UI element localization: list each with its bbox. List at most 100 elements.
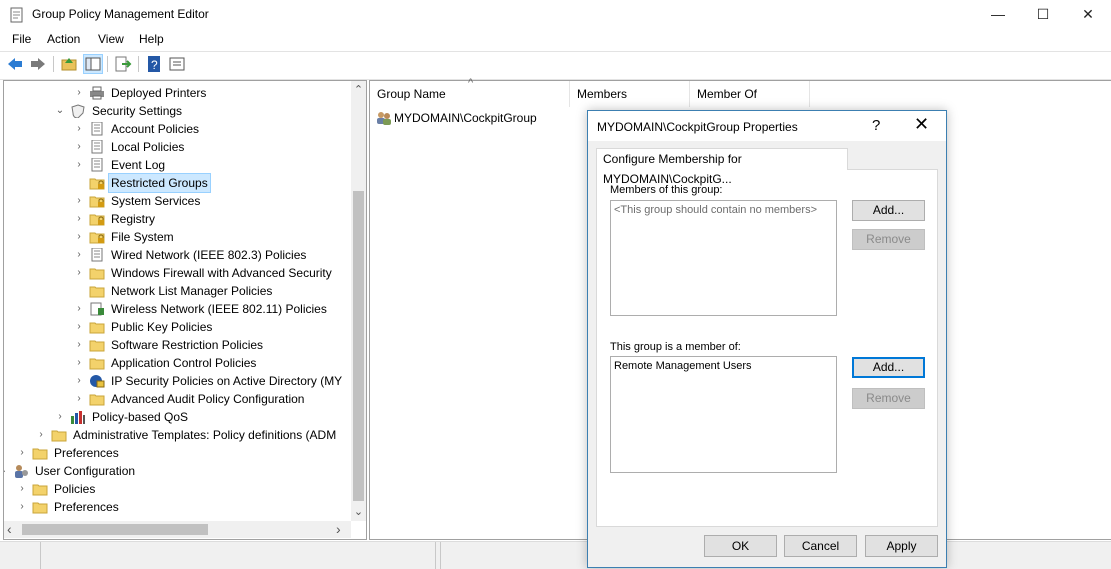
up-folder-icon[interactable] <box>60 55 78 73</box>
chevron-right-icon[interactable]: › <box>74 300 84 318</box>
folder-icon <box>51 428 67 442</box>
tree-item-label: Advanced Audit Policy Configuration <box>111 392 305 406</box>
folder-icon <box>32 500 48 514</box>
scroll-left-icon[interactable]: ‹ <box>7 521 19 538</box>
chevron-right-icon[interactable]: › <box>74 210 84 228</box>
menu-help[interactable]: Help <box>139 32 164 46</box>
properties-icon[interactable] <box>168 55 186 73</box>
member-of-list[interactable]: Remote Management Users <box>610 356 837 473</box>
minimize-button[interactable]: — <box>975 0 1021 30</box>
ok-button[interactable]: OK <box>704 535 777 557</box>
folder-icon <box>89 338 105 352</box>
app-icon <box>10 7 24 23</box>
tree-item-label: Security Settings <box>92 104 183 118</box>
chevron-right-icon[interactable]: › <box>74 246 84 264</box>
chevron-right-icon[interactable]: › <box>17 444 27 462</box>
console-tree-icon[interactable] <box>83 54 103 74</box>
scroll-right-icon[interactable]: › <box>336 521 348 538</box>
dialog-close-button[interactable]: ✕ <box>914 114 929 135</box>
list-item[interactable]: Remote Management Users <box>614 360 752 372</box>
chevron-right-icon[interactable]: › <box>74 192 84 210</box>
members-empty-placeholder: <This group should contain no members> <box>614 204 818 216</box>
chevron-right-icon[interactable]: › <box>17 498 27 516</box>
scroll-down-icon[interactable]: ⌄ <box>353 505 364 519</box>
menu-view[interactable]: View <box>98 32 124 46</box>
column-members[interactable]: Members <box>570 81 690 107</box>
chevron-right-icon[interactable]: › <box>74 264 84 282</box>
chevron-right-icon[interactable]: › <box>74 138 84 156</box>
tree-vertical-thumb[interactable] <box>353 191 364 501</box>
chevron-down-icon[interactable]: ⌄ <box>4 462 8 480</box>
column-member-of[interactable]: Member Of <box>690 81 810 107</box>
folder-icon <box>32 446 48 460</box>
table-row[interactable]: MYDOMAIN\CockpitGroup <box>375 109 537 127</box>
tree-horizontal-thumb[interactable] <box>22 524 208 535</box>
dialog-help-button[interactable]: ? <box>872 117 880 134</box>
tree-item-label: Administrative Templates: Policy definit… <box>73 428 337 442</box>
chevron-right-icon[interactable]: › <box>74 372 84 390</box>
apply-button[interactable]: Apply <box>865 535 938 557</box>
group-name-cell: MYDOMAIN\CockpitGroup <box>394 111 537 125</box>
tree-item-label: System Services <box>111 194 201 208</box>
scroll-up-icon[interactable]: ⌃ <box>353 83 364 97</box>
chevron-right-icon[interactable]: › <box>74 390 84 408</box>
members-list[interactable]: <This group should contain no members> <box>610 200 837 316</box>
tree-item-label-selected: Restricted Groups <box>108 173 211 193</box>
dialog-title: MYDOMAIN\CockpitGroup Properties <box>597 120 798 134</box>
chevron-right-icon[interactable]: › <box>74 354 84 372</box>
tab-configure-membership[interactable]: Configure Membership for MYDOMAIN\Cockpi… <box>596 148 848 186</box>
tree-item-label: Deployed Printers <box>111 86 207 100</box>
wireless-icon <box>89 302 105 316</box>
chevron-right-icon[interactable]: › <box>74 156 84 174</box>
column-label: Members <box>577 87 628 101</box>
folder-icon <box>89 392 105 406</box>
status-divider <box>40 542 41 569</box>
member-of-add-button[interactable]: Add... <box>852 357 925 378</box>
status-divider <box>440 542 441 569</box>
chevron-right-icon[interactable]: › <box>74 120 84 138</box>
back-arrow-icon[interactable] <box>6 55 24 73</box>
sort-ascending-icon: ^ <box>468 77 474 89</box>
locked-folder-icon <box>89 194 105 208</box>
menu-action[interactable]: Action <box>47 32 80 46</box>
member-of-remove-button[interactable]: Remove <box>852 388 925 409</box>
toolbar <box>0 51 1111 80</box>
policy-doc-icon <box>89 121 105 136</box>
chevron-right-icon[interactable] <box>74 174 84 192</box>
toolbar-separator <box>107 56 108 72</box>
folder-icon <box>89 356 105 370</box>
chevron-down-icon[interactable]: ⌄ <box>55 102 65 120</box>
tree-item-label: Registry <box>111 212 156 226</box>
help-icon[interactable]: ? <box>145 55 163 73</box>
maximize-button[interactable]: ☐ <box>1020 0 1066 30</box>
printer-icon <box>89 86 105 100</box>
forward-arrow-icon[interactable] <box>29 55 47 73</box>
qos-chart-icon <box>70 410 86 424</box>
chevron-right-icon[interactable]: › <box>74 228 84 246</box>
tree-item-label: Network List Manager Policies <box>111 284 273 298</box>
members-remove-button[interactable]: Remove <box>852 229 925 250</box>
chevron-right-icon[interactable] <box>74 282 84 300</box>
chevron-right-icon[interactable]: › <box>55 408 65 426</box>
toolbar-separator <box>53 56 54 72</box>
chevron-right-icon[interactable]: › <box>36 426 46 444</box>
column-label: Group Name <box>377 87 446 101</box>
locked-folder-icon <box>89 176 105 190</box>
chevron-right-icon[interactable]: › <box>74 84 84 102</box>
ipsec-icon <box>89 374 105 388</box>
folder-icon <box>32 482 48 496</box>
tree-item-label: Account Policies <box>111 122 200 136</box>
folder-icon <box>89 284 105 298</box>
close-button[interactable]: ✕ <box>1065 0 1111 30</box>
console-tree[interactable]: › Deployed Printers ⌄ Security Settings › Acc… <box>3 80 367 540</box>
chevron-right-icon[interactable]: › <box>17 480 27 498</box>
tree-item-label: IP Security Policies on Active Directory… <box>111 374 343 388</box>
export-list-icon[interactable] <box>114 55 132 73</box>
chevron-right-icon[interactable]: › <box>74 336 84 354</box>
chevron-right-icon[interactable]: › <box>74 318 84 336</box>
cancel-button[interactable]: Cancel <box>784 535 857 557</box>
members-add-button[interactable]: Add... <box>852 200 925 221</box>
menu-file[interactable]: File <box>12 32 31 46</box>
policy-doc-icon <box>89 139 105 154</box>
group-icon <box>375 110 392 126</box>
